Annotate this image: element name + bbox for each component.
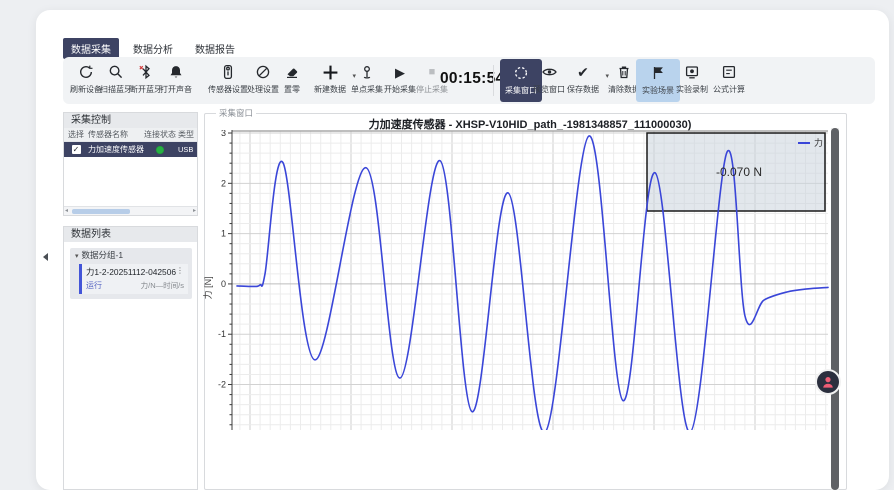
chart-vscrollbar[interactable] [831, 128, 839, 490]
app-window: 数据采集 数据分析 数据报告 刷新设备 扫描蓝牙 断开蓝牙 [36, 10, 889, 490]
chart-plot-area[interactable]: 3 2 1 0 -1 -2 力 [N] 力 -0.070 N [202, 130, 832, 430]
tree-expand-caret-icon[interactable]: ▾ [75, 253, 79, 260]
svg-text:0: 0 [221, 279, 226, 289]
scroll-left-arrow[interactable]: ◂ [65, 207, 68, 215]
data-group-card: ▾数据分组-1 力1-2-20251112-042506 ⋮ 运行 力/N—时间… [70, 248, 192, 299]
status-dot-connected [156, 146, 164, 154]
assistant-float-button[interactable] [815, 369, 841, 395]
svg-text:-0.070 N: -0.070 N [716, 165, 762, 179]
main-tab-bar: 数据采集 数据分析 数据报告 [63, 38, 243, 59]
formula-calc-button[interactable]: 公式计算 [707, 62, 751, 100]
svg-text:力: 力 [814, 137, 823, 148]
data-group-label: 数据分组-1 [82, 250, 124, 260]
panel-title: 数据列表 [64, 227, 197, 242]
col-sensor-name: 传感器名称 [88, 128, 142, 141]
sensor-type: USB [178, 145, 197, 154]
sensor-table-hscrollbar[interactable]: ◂ ▸ [64, 206, 197, 215]
toolbar-item-label: 打开声音 [154, 84, 198, 95]
svg-text:3: 3 [221, 130, 226, 138]
scroll-thumb[interactable] [831, 128, 839, 490]
svg-text:2: 2 [221, 178, 226, 188]
data-item-card[interactable]: 力1-2-20251112-042506 ⋮ 运行 力/N—时间/s [79, 264, 188, 294]
col-connection-status: 连接状态 [142, 128, 178, 141]
svg-text:-2: -2 [218, 380, 226, 390]
toolbar-item-label: 公式计算 [707, 84, 751, 95]
formula-icon [707, 62, 751, 82]
svg-text:-1: -1 [218, 329, 226, 339]
person-icon [821, 375, 835, 389]
tab-data-report[interactable]: 数据报告 [187, 38, 243, 59]
elapsed-timer: 00:15:54 [440, 70, 506, 88]
item-menu-dots-icon[interactable]: ⋮ [176, 266, 184, 278]
data-item-axes: 力/N—时间/s [141, 280, 184, 291]
svg-text:1: 1 [221, 229, 226, 239]
save-data-button[interactable]: ✔ ▾ 保存数据 [561, 62, 605, 100]
collect-control-panel: 采集控制 选择 传感器名称 连接状态 类型 ✓ 力加速度传感器 USB ◂ ▸ [63, 112, 198, 216]
col-select: 选择 [64, 128, 88, 141]
check-icon: ✔ [561, 62, 605, 82]
sensor-name: 力加速度传感器 [88, 144, 142, 155]
toolbar: 刷新设备 扫描蓝牙 断开蓝牙 打开声音 传感器设置 [63, 57, 875, 104]
panel-title: 采集控制 [64, 113, 197, 128]
data-item-state: 运行 [86, 280, 102, 291]
data-item-title: 力1-2-20251112-042506 [86, 266, 176, 278]
sensor-table-row[interactable]: ✓ 力加速度传感器 USB [64, 142, 197, 157]
line-chart-svg[interactable]: 3 2 1 0 -1 -2 力 [N] 力 -0.070 N [202, 130, 832, 430]
sidebar-collapse-arrow[interactable] [43, 253, 48, 261]
col-type: 类型 [178, 128, 197, 141]
svg-text:力 [N]: 力 [N] [202, 276, 213, 299]
tab-data-collect[interactable]: 数据采集 [63, 38, 119, 59]
scroll-right-arrow[interactable]: ▸ [193, 207, 196, 215]
bell-icon [154, 62, 198, 82]
sound-on-button[interactable]: 打开声音 [154, 62, 198, 100]
toolbar-item-label: 保存数据 [561, 84, 605, 95]
toolbar-divider [493, 65, 494, 96]
sensor-checkbox[interactable]: ✓ [72, 145, 81, 154]
tab-data-analysis[interactable]: 数据分析 [125, 38, 181, 59]
data-group-row[interactable]: ▾数据分组-1 [70, 248, 192, 262]
scroll-thumb[interactable] [72, 209, 130, 214]
data-list-panel: 数据列表 ▾数据分组-1 力1-2-20251112-042506 ⋮ 运行 力… [63, 226, 198, 490]
